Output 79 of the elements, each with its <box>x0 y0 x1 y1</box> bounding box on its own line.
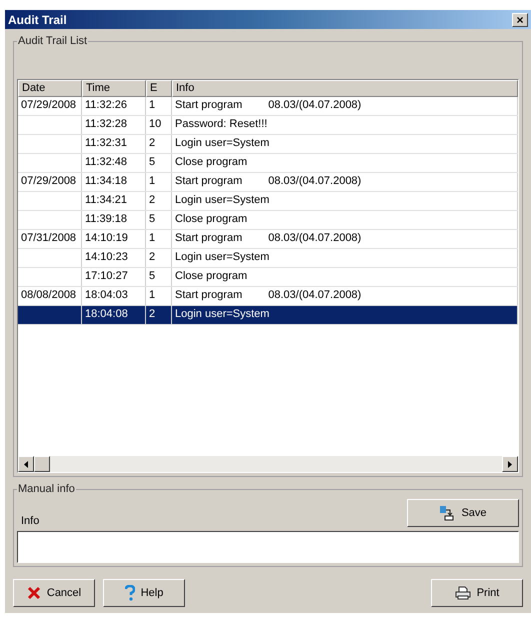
help-button[interactable]: Help <box>103 579 185 607</box>
table-cell: 11:34:21 <box>85 194 128 208</box>
cancel-icon <box>26 586 41 600</box>
table-cell: 11:39:18 <box>85 213 128 227</box>
field-label: Info <box>21 515 40 527</box>
table-row[interactable]: 11:32:31 2 Login user=System <box>18 135 518 154</box>
table-row[interactable]: 07/31/2008 14:10:19 1 Start program 08.03/(04.07.2008) <box>18 230 518 249</box>
table-cell: 5 <box>149 156 156 170</box>
table-row[interactable]: 18:04:08 2 Login user=System <box>18 306 518 325</box>
table-cell: 1 <box>149 232 156 246</box>
table-cell: 2 <box>149 194 156 208</box>
table-cell: 14:10:19 <box>85 232 128 246</box>
table-cell: 1 <box>149 175 156 189</box>
table-cell: Password: Reset!!! <box>175 118 268 132</box>
table-cell: 5 <box>149 213 156 227</box>
cancel-button[interactable]: Cancel <box>13 579 95 607</box>
window-title: Audit Trail <box>8 12 67 26</box>
left-arrow-icon <box>24 460 28 468</box>
table-cell: Login user=System <box>175 137 270 151</box>
table-cell: 1 <box>149 99 156 113</box>
column-header[interactable]: Info <box>172 80 518 97</box>
table-cell: Start program <box>175 99 242 113</box>
right-arrow-icon <box>508 460 512 468</box>
table-cell: 08.03/(04.07.2008) <box>268 99 362 113</box>
table-cell: 08/08/2008 <box>21 289 76 303</box>
table-cell: 2 <box>149 137 156 151</box>
table-cell: 11:32:26 <box>85 99 128 113</box>
table-cell: 5 <box>149 270 156 284</box>
printer-icon <box>454 586 471 600</box>
group-title: Audit Trail List <box>17 35 88 47</box>
table-row[interactable]: 14:10:23 2 Login user=System <box>18 249 518 268</box>
table-cell: Login user=System <box>175 194 270 208</box>
table-cell: Login user=System <box>175 308 270 322</box>
table-cell: 17:10:27 <box>85 270 128 284</box>
horizontal-scrollbar[interactable] <box>18 456 518 472</box>
help-icon <box>124 585 135 601</box>
table-row[interactable]: 07/29/2008 11:32:26 1 Start program 08.03/(04.07.2008) <box>18 97 518 116</box>
table-row[interactable]: 11:32:28 10 Password: Reset!!! <box>18 116 518 135</box>
close-button[interactable]: × <box>512 12 528 26</box>
info-field[interactable] <box>17 531 519 563</box>
table-cell: 2 <box>149 308 156 322</box>
table-cell: 08.03/(04.07.2008) <box>268 175 362 189</box>
table-cell: 2 <box>149 251 156 265</box>
table-cell: 07/31/2008 <box>21 232 76 246</box>
save-button[interactable]: Save <box>407 499 519 527</box>
table-cell: Start program <box>175 289 242 303</box>
table-cell: 14:10:23 <box>85 251 128 265</box>
column-header[interactable]: Date <box>18 80 82 97</box>
table-row[interactable]: 17:10:27 5 Close program <box>18 268 518 287</box>
table-cell: 08.03/(04.07.2008) <box>268 289 362 303</box>
table-cell: Start program <box>175 175 242 189</box>
table-cell: 11:32:48 <box>85 156 128 170</box>
table-cell: 07/29/2008 <box>21 175 76 189</box>
group-title: Manual info <box>17 483 76 495</box>
table-cell: 11:34:18 <box>85 175 128 189</box>
table-row[interactable]: 11:34:21 2 Login user=System <box>18 192 518 211</box>
table-cell: Login user=System <box>175 251 270 265</box>
table-cell: Close program <box>175 270 248 284</box>
table-cell: Close program <box>175 213 248 227</box>
table-cell: 07/29/2008 <box>21 99 76 113</box>
column-header[interactable]: E <box>146 80 172 97</box>
table-cell: 18:04:08 <box>85 308 128 322</box>
table-cell: 18:04:03 <box>85 289 128 303</box>
print-button[interactable]: Print <box>431 579 523 607</box>
scroll-thumb[interactable] <box>34 456 50 472</box>
table-cell: 11:32:28 <box>85 118 128 132</box>
table-cell: 08.03/(04.07.2008) <box>268 232 362 246</box>
scroll-left-button[interactable] <box>18 456 34 472</box>
table-cell: 11:32:31 <box>85 137 128 151</box>
table-cell: Start program <box>175 232 242 246</box>
save-icon <box>439 505 456 521</box>
table-cell: 10 <box>149 118 162 132</box>
table-row[interactable]: 07/29/2008 11:34:18 1 Start program 08.03/(04.07.2008) <box>18 173 518 192</box>
table-cell: 1 <box>149 289 156 303</box>
column-header[interactable]: Time <box>82 80 146 97</box>
table-row[interactable]: 11:39:18 5 Close program <box>18 211 518 230</box>
scroll-right-button[interactable] <box>502 456 518 472</box>
table-row[interactable]: 11:32:48 5 Close program <box>18 154 518 173</box>
table-cell: Close program <box>175 156 248 170</box>
